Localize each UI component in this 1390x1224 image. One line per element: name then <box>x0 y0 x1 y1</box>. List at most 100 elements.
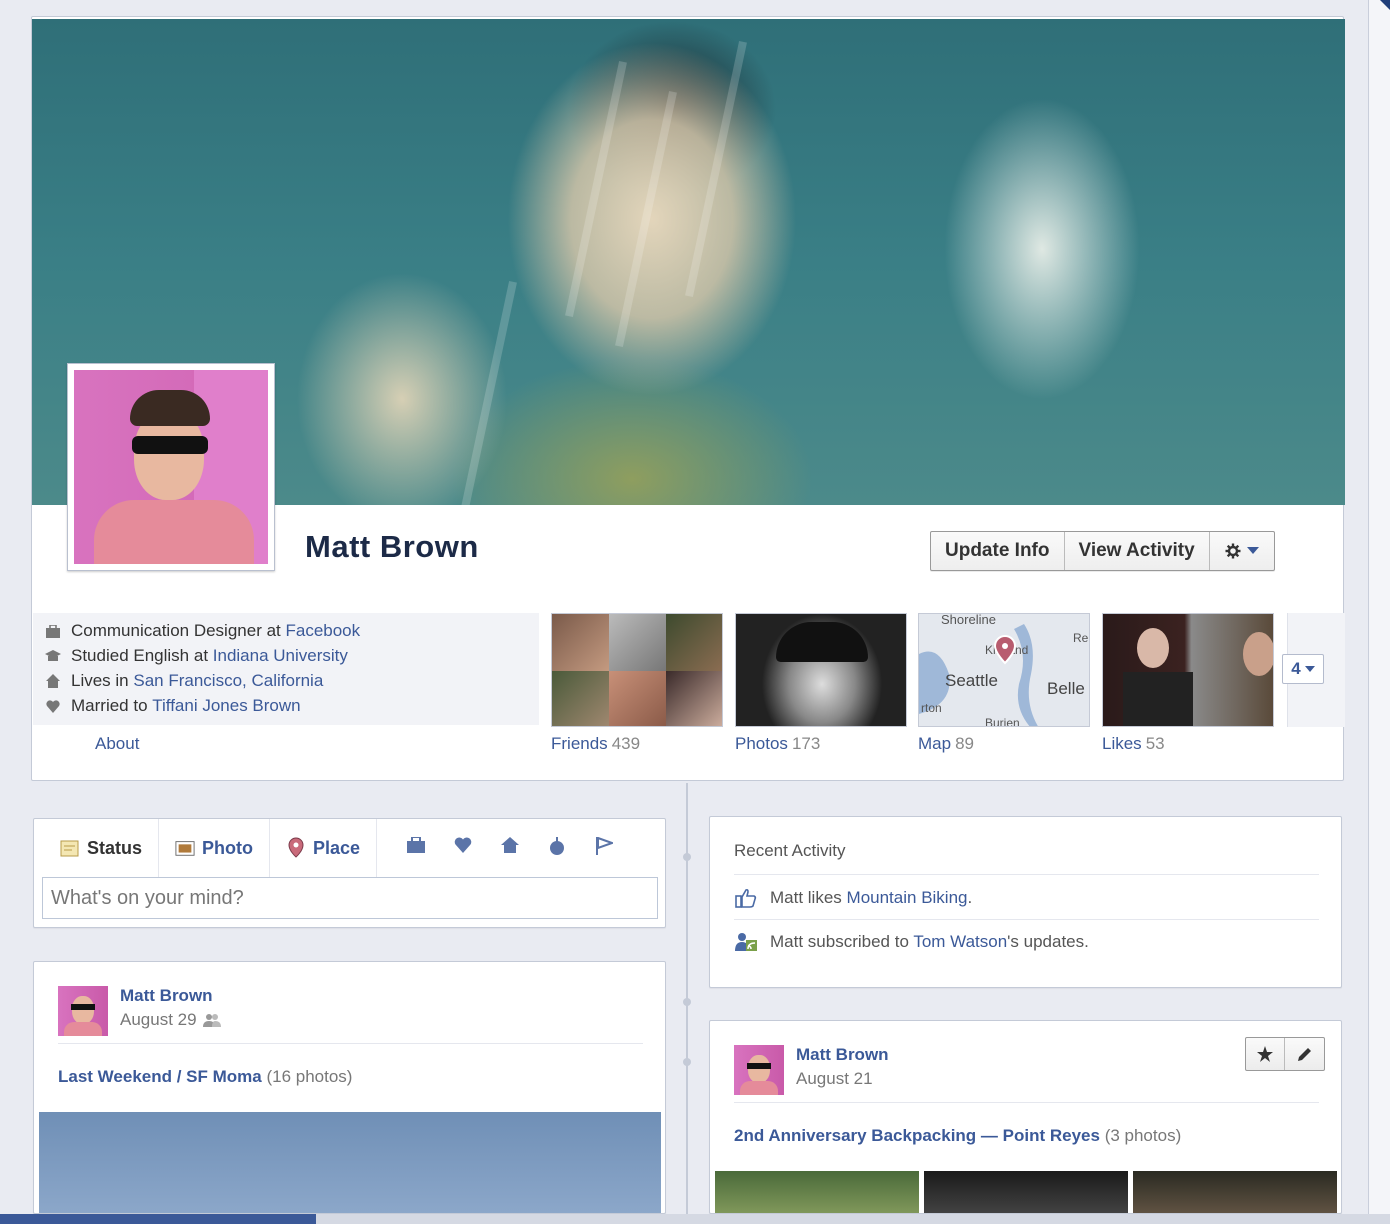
hat-shape <box>776 622 868 662</box>
light-ray <box>455 281 517 505</box>
post-author[interactable]: Matt Brown <box>796 1045 889 1065</box>
photos-label[interactable]: Photos 173 <box>735 734 820 754</box>
update-info-button[interactable]: Update Info <box>931 532 1065 570</box>
subscribe-icon <box>734 931 758 953</box>
flag-icon[interactable] <box>595 836 616 860</box>
heart-icon[interactable] <box>454 836 472 860</box>
hair-shape <box>130 390 210 426</box>
friends-tile[interactable] <box>551 613 723 727</box>
person-body <box>1123 672 1193 726</box>
divider <box>734 874 1319 875</box>
timeline-dot <box>683 853 691 861</box>
education-line: Studied English at Indiana University <box>45 646 348 666</box>
recent-activity-card: Recent Activity Matt likes Mountain Biki… <box>709 816 1342 988</box>
likes-label[interactable]: Likes 53 <box>1102 734 1165 754</box>
svg-text:Belle: Belle <box>1047 679 1085 698</box>
pencil-icon[interactable] <box>1285 1038 1324 1070</box>
timeline-post: Matt Brown August 29 Last Weekend / SF M… <box>33 961 666 1214</box>
avatar[interactable] <box>734 1045 784 1095</box>
workplace-link[interactable]: Facebook <box>285 621 360 641</box>
map-tile[interactable]: Shoreline Kirkland Seattle Belle rton Bu… <box>918 613 1090 727</box>
light-ray <box>615 91 677 347</box>
page-link[interactable]: Mountain Biking <box>847 888 968 907</box>
recent-activity-title: Recent Activity <box>734 841 846 860</box>
photo-icon <box>175 838 195 858</box>
activity-item: Matt subscribed to Tom Watson's updates. <box>734 931 1089 953</box>
briefcase-icon <box>45 623 61 639</box>
activity-item: Matt likes Mountain Biking. <box>734 887 972 909</box>
friends-label[interactable]: Friends 439 <box>551 734 640 754</box>
light-ray <box>565 61 627 317</box>
svg-text:Shoreline: Shoreline <box>941 614 996 627</box>
album-title[interactable]: 2nd Anniversary Backpacking — Point Reye… <box>734 1126 1181 1146</box>
about-link[interactable]: About <box>95 734 139 754</box>
heart-icon <box>45 698 61 714</box>
like-icon <box>734 887 758 909</box>
friend-photo <box>666 614 722 671</box>
apple-icon[interactable] <box>548 836 566 860</box>
graduation-cap-icon <box>45 648 61 664</box>
profile-name: Matt Brown <box>305 529 479 564</box>
divider <box>58 1043 643 1044</box>
house-icon <box>45 673 61 689</box>
likes-tile[interactable] <box>1102 613 1274 727</box>
post-author[interactable]: Matt Brown <box>120 986 213 1006</box>
bottom-bar <box>0 1214 1390 1224</box>
house-icon[interactable] <box>501 836 520 860</box>
chevron-down-icon <box>1246 547 1259 554</box>
composer-tabs: Status Photo Place <box>34 819 665 877</box>
photos-tile[interactable] <box>735 613 907 727</box>
settings-menu-button[interactable] <box>1210 532 1274 570</box>
relationship-line: Married to Tiffani Jones Brown <box>46 696 301 716</box>
page-right-margin <box>1368 0 1390 1224</box>
friend-photo <box>552 614 609 671</box>
work-line: Communication Designer at Facebook <box>46 621 360 641</box>
profile-photo <box>74 370 268 564</box>
friend-photo <box>666 671 722 726</box>
bottom-bar-fill <box>0 1214 316 1224</box>
hometown-link[interactable]: San Francisco, California <box>133 671 323 691</box>
corner-mark <box>1380 0 1390 10</box>
svg-text:Seattle: Seattle <box>945 671 998 690</box>
person-head <box>1243 632 1273 676</box>
view-activity-button[interactable]: View Activity <box>1065 532 1210 570</box>
svg-text:Burien: Burien <box>985 716 1020 727</box>
timeline-dot <box>683 1058 691 1066</box>
star-icon[interactable] <box>1246 1038 1285 1070</box>
spouse-link[interactable]: Tiffani Jones Brown <box>152 696 300 716</box>
map-label[interactable]: Map 89 <box>918 734 974 754</box>
profile-picture[interactable] <box>67 363 275 571</box>
album-cover-photo[interactable] <box>39 1112 661 1213</box>
post-date: August 29 <box>120 1010 221 1030</box>
friend-photo <box>609 671 666 726</box>
status-input[interactable]: What's on your mind? <box>42 877 658 919</box>
briefcase-icon[interactable] <box>407 835 426 860</box>
album-thumbnails <box>715 1171 1337 1213</box>
divider <box>734 1102 1319 1103</box>
chevron-down-icon <box>1304 665 1315 672</box>
school-link[interactable]: Indiana University <box>213 646 348 666</box>
tab-place[interactable]: Place <box>270 819 378 877</box>
friend-photo <box>552 671 609 726</box>
status-composer: Status Photo Place What's on your mind? <box>33 818 666 928</box>
friends-icon[interactable] <box>202 1012 221 1028</box>
light-ray <box>685 41 747 297</box>
album-title[interactable]: Last Weekend / SF Moma (16 photos) <box>58 1067 352 1087</box>
post-date[interactable]: August 21 <box>796 1069 873 1089</box>
avatar[interactable] <box>58 986 108 1036</box>
album-photo[interactable] <box>715 1171 919 1213</box>
album-photo[interactable] <box>1133 1171 1337 1213</box>
life-event-icons <box>377 835 616 860</box>
person-head <box>1137 628 1169 668</box>
tab-status[interactable]: Status <box>34 819 160 877</box>
divider <box>734 919 1319 920</box>
profile-link[interactable]: Tom Watson <box>913 932 1007 951</box>
tab-photo[interactable]: Photo <box>159 819 271 877</box>
album-photo[interactable] <box>924 1171 1128 1213</box>
shirt-shape <box>94 500 254 564</box>
more-sections-button[interactable]: 4 <box>1282 654 1324 684</box>
map-image: Shoreline Kirkland Seattle Belle rton Bu… <box>919 614 1089 727</box>
timeline-post: Matt Brown August 21 2nd Anniversary Bac… <box>709 1020 1342 1214</box>
status-icon <box>60 838 80 858</box>
friend-photo <box>609 614 666 671</box>
